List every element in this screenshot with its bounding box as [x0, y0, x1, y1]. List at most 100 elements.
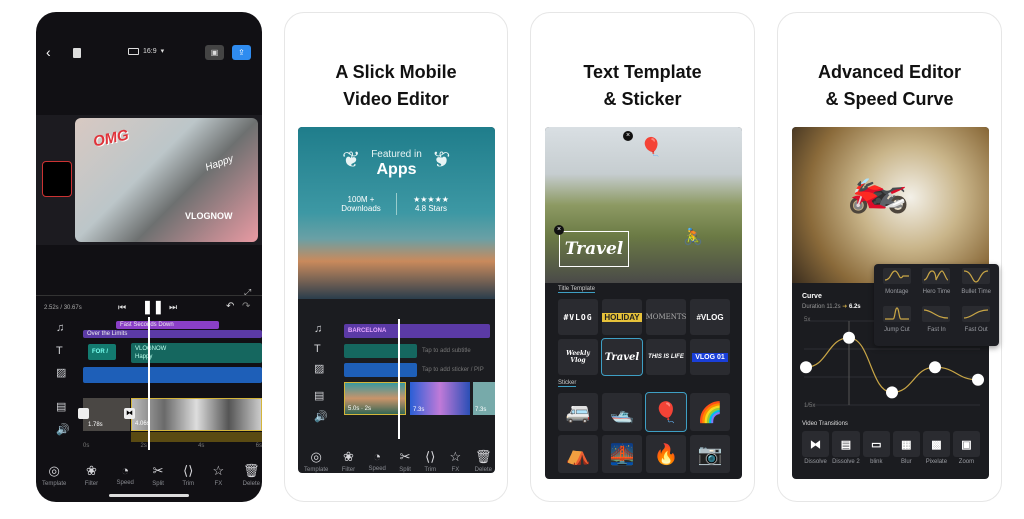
pip-thumbnail[interactable] — [42, 161, 72, 197]
skip-back-icon[interactable]: ⏮ — [118, 302, 126, 313]
playhead[interactable] — [148, 317, 150, 450]
preset-montage[interactable]: Montage — [878, 268, 916, 304]
transition-dissolve[interactable]: ⧓ Dissolve — [802, 431, 830, 465]
preset-bullet-time[interactable]: Bullet Time — [957, 268, 995, 304]
add-music-icon[interactable]: ♫ — [56, 322, 64, 334]
volume-icon[interactable]: 🔊 — [314, 410, 328, 423]
fx-button[interactable]: ☆ FX — [450, 449, 462, 473]
speed-button[interactable]: ◔ Speed — [117, 463, 134, 487]
sticker-item[interactable]: 🌈 — [690, 393, 730, 431]
selected-clip[interactable]: 5.0s · 2s — [344, 382, 406, 415]
transition-button[interactable] — [78, 408, 89, 419]
trim-button[interactable]: ⟨⟩ Trim — [182, 463, 194, 487]
add-text-icon[interactable]: T — [314, 343, 321, 355]
preset-fast-in[interactable]: Fast In — [918, 306, 956, 342]
transition-blur[interactable]: ▦ Blur — [892, 431, 920, 465]
delete-button[interactable]: 🗑 Delete — [243, 463, 260, 487]
add-text-icon[interactable]: T — [56, 345, 63, 357]
text-track[interactable]: FOR / — [88, 344, 116, 360]
clip-thumbnail[interactable]: 1.78s — [83, 398, 130, 431]
sticker-item[interactable]: 🔥 — [646, 435, 686, 473]
volume-icon[interactable]: 🔊 — [56, 423, 70, 436]
axis-label: 5x — [804, 317, 811, 323]
sticker-item[interactable]: 📷 — [690, 435, 730, 473]
curve-control-point[interactable] — [929, 361, 941, 374]
skip-forward-icon[interactable]: ⏭ — [169, 302, 177, 313]
transition-button[interactable]: ⧓ — [124, 408, 135, 419]
curve-control-point[interactable] — [843, 331, 855, 344]
clip-thumbnail[interactable]: 7.3s — [473, 382, 495, 415]
travel-text-overlay[interactable]: Travel — [559, 231, 629, 267]
add-sticker-icon[interactable]: ▨ — [314, 362, 324, 375]
preset-hero-time[interactable]: Hero Time — [918, 268, 956, 304]
fx-button[interactable]: ☆ FX — [213, 463, 225, 487]
omg-sticker[interactable]: OMG — [92, 126, 131, 150]
sticker-item[interactable]: ⛺ — [558, 435, 598, 473]
transition-blink[interactable]: ▭ blink — [862, 431, 890, 465]
playhead[interactable] — [398, 319, 400, 439]
close-icon[interactable]: × — [623, 131, 633, 141]
export-button[interactable]: ⇪ — [232, 45, 251, 60]
undo-icon[interactable]: ↶ — [226, 301, 234, 312]
add-sticker-icon[interactable]: ▨ — [56, 366, 66, 379]
document-icon[interactable] — [73, 48, 81, 58]
text-track[interactable] — [344, 344, 417, 358]
sticker-item[interactable]: 🚐 — [558, 393, 598, 431]
template-button[interactable]: ◎ Template — [42, 463, 66, 487]
audio-waveform — [131, 432, 262, 442]
template-item[interactable]: VLOG 01 — [690, 339, 730, 375]
template-button[interactable]: ◎ Template — [304, 449, 328, 473]
template-item[interactable]: HOLIDAY — [602, 299, 642, 335]
sticker-track[interactable] — [83, 367, 262, 383]
template-item[interactable]: Travel — [601, 338, 643, 376]
trim-button[interactable]: ⟨⟩ Trim — [424, 449, 436, 473]
sticker-item[interactable]: 🛥️ — [602, 393, 642, 431]
preset-jump-cut[interactable]: Jump Cut — [878, 306, 916, 342]
transition-pixelate[interactable]: ▩ Pixelate — [922, 431, 950, 465]
text-track[interactable]: VLOGNOW Happy — [131, 343, 262, 363]
template-item[interactable]: Weekly Vlog — [558, 339, 598, 375]
template-item[interactable]: #VLOG — [690, 299, 730, 335]
sticker-item[interactable]: 🎈 — [645, 392, 687, 432]
save-button[interactable]: ▣ — [205, 45, 224, 60]
subtitle-hint[interactable]: Tap to add subtitle — [422, 348, 471, 354]
split-button[interactable]: ✂ Split — [399, 449, 411, 473]
add-clip-icon[interactable]: ▤ — [56, 400, 66, 413]
curve-control-point[interactable] — [972, 373, 984, 386]
curve-control-point[interactable] — [886, 386, 898, 399]
redo-icon[interactable]: ↷ — [242, 301, 250, 312]
transition-zoom[interactable]: ▣ Zoom — [952, 431, 980, 465]
handwriting-text[interactable]: Happy — [204, 153, 235, 173]
sticker-track[interactable] — [344, 363, 417, 377]
preview-video[interactable]: OMG Happy VLOGNOW — [75, 118, 258, 242]
editor-phone: ‹ 16:9 ▾ ▣ ⇪ OMG Happy VLOGNOW ⤢ 2.52s / … — [36, 12, 262, 502]
split-button[interactable]: ✂ Split — [152, 463, 164, 487]
transition-dissolve-2[interactable]: ▤ Dissolve 2 — [832, 431, 860, 465]
duration-label: Duration 11.2s — [802, 304, 841, 310]
filter-button[interactable]: ❀ Filter — [342, 449, 355, 473]
add-clip-icon[interactable]: ▤ — [314, 389, 324, 402]
filter-button[interactable]: ❀ Filter — [85, 463, 98, 487]
curve-control-point[interactable] — [800, 361, 812, 374]
preset-fast-out[interactable]: Fast Out — [957, 306, 995, 342]
music-track[interactable]: Over the Limits — [83, 330, 262, 338]
fullscreen-icon[interactable]: ⤢ — [244, 287, 251, 298]
clip-thumbnail[interactable]: 7.3s — [410, 382, 470, 415]
sticker-hint[interactable]: Tap to add sticker / PIP — [422, 367, 484, 373]
balloon-sticker[interactable]: 🎈 — [640, 137, 662, 158]
back-icon[interactable]: ‹ — [46, 44, 51, 60]
aspect-ratio-selector[interactable]: 16:9 ▾ — [128, 47, 164, 55]
music-track[interactable]: Fast Seconds Down — [116, 321, 219, 329]
template-item[interactable]: THIS IS LIFE — [646, 339, 686, 375]
selected-clip[interactable]: 4.06s — [131, 398, 262, 431]
add-music-icon[interactable]: ♫ — [314, 323, 322, 335]
delete-button[interactable]: 🗑 Delete — [475, 449, 492, 473]
sticker-item[interactable]: 🌉 — [602, 435, 642, 473]
vlognow-text[interactable]: VLOGNOW — [185, 211, 233, 221]
template-item[interactable]: MOMENTS — [646, 299, 686, 335]
template-item[interactable]: #VLOG — [558, 299, 598, 335]
pause-icon[interactable]: ❚❚ — [142, 299, 164, 315]
close-icon[interactable]: × — [554, 225, 564, 235]
music-track[interactable]: BARCELONA — [344, 324, 490, 338]
speed-button[interactable]: ◔ Speed — [369, 449, 386, 473]
